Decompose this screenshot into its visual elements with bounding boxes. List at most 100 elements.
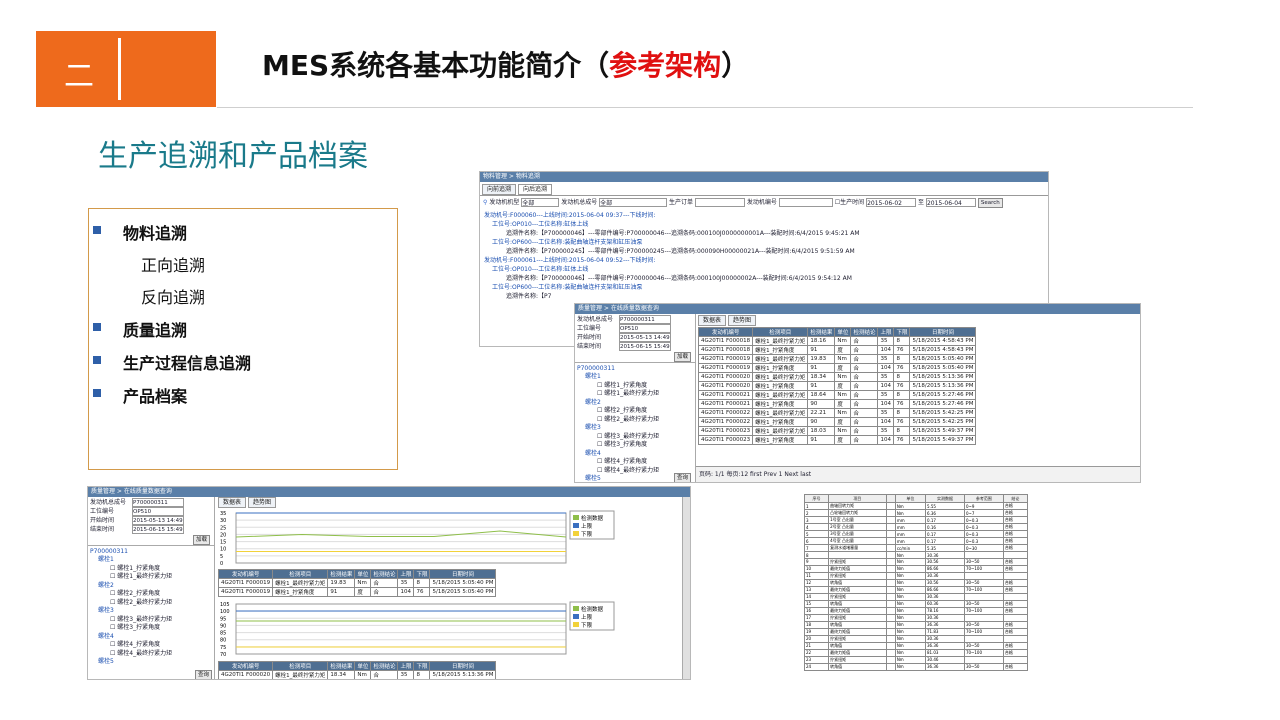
table-row[interactable]: 4G20TI1 F000023 螺栓1_最终拧紧力矩 18.03 Nm 合 35 8 5/18… <box>697 426 977 436</box>
column-header[interactable]: 下限 <box>413 661 431 671</box>
tree-node[interactable]: 追溯件名称:【P700000046】---零部件编号:P700000046---… <box>484 229 1044 238</box>
tree-node[interactable]: 追溯件名称:【P7 <box>484 292 1044 301</box>
tree-leaf[interactable]: ☐ 螺栓3_最终拧紧力矩 <box>90 616 212 625</box>
table-row[interactable]: 4G20TI1 F000019 螺栓1_最终拧紧力矩 19.83 Nm 合 35 8 5/18… <box>697 354 977 364</box>
table-row[interactable]: 4G20TI1 F000018 螺栓1_最终拧紧力矩 18.16 Nm 合 35 8 5/18… <box>697 336 977 346</box>
form-input[interactable]: P700000311 <box>619 315 671 324</box>
tree-node[interactable]: 工位号:OP600---工位名称:装配曲轴连杆支架和缸压油泵 <box>484 238 1044 247</box>
table-row[interactable]: 4G20TI1 F000022 螺栓1_最终拧紧力矩 22.21 Nm 合 35 8 5/18… <box>697 408 977 418</box>
column-header[interactable]: 检测项目 <box>272 569 329 579</box>
column-header[interactable]: 日期时间 <box>429 661 497 671</box>
date-to-input[interactable]: 2015-06-04 <box>925 198 976 207</box>
tab-data-table[interactable]: 数据表 <box>698 315 727 326</box>
column-header[interactable]: 检测项目 <box>752 327 809 337</box>
load-button[interactable]: 加载 <box>192 535 210 545</box>
search-button[interactable]: Search <box>977 198 1003 208</box>
tree-root[interactable]: P700000311 <box>90 547 212 556</box>
column-header[interactable]: 下限 <box>893 327 911 337</box>
tree-group[interactable]: 螺栓2 <box>90 582 212 591</box>
table-row[interactable]: 4G20TI1 F000019 螺栓1_拧紧角度 91 度合 104 76 5/18/201… <box>217 587 497 597</box>
load-button[interactable]: 加载 <box>673 352 691 362</box>
column-header[interactable]: 日期时间 <box>429 569 497 579</box>
table-row[interactable]: 4G20TI1 F000022 螺栓1_拧紧角度 90 度合 104 76 5/18/201… <box>697 417 977 427</box>
form-input[interactable]: OP510 <box>132 507 184 516</box>
form-input[interactable]: OP510 <box>619 324 671 333</box>
column-header[interactable]: 单位 <box>354 569 372 579</box>
tree-leaf[interactable]: ☐ 螺栓4_拧紧角度 <box>90 641 212 650</box>
tree-group[interactable]: 螺栓1 <box>90 556 212 565</box>
table-row[interactable]: 4G20TI1 F000021 螺栓1_最终拧紧力矩 18.64 Nm 合 35 8 5/18… <box>697 390 977 400</box>
tree-leaf[interactable]: ☐ 螺栓3_最终拧紧力矩 <box>577 433 693 442</box>
form-input[interactable]: 2015-05-13 14:49 <box>132 516 184 525</box>
tree-leaf[interactable]: ☐ 螺栓2_最终拧紧力矩 <box>577 416 693 425</box>
tree-leaf[interactable]: ☐ 螺栓1_最终拧紧力矩 <box>90 573 212 582</box>
form-input[interactable]: 2015-05-13 14:49 <box>619 333 671 342</box>
tree-node[interactable]: 发动机号:F000061---上线时间:2015-06-04 09:52---下… <box>484 256 1044 265</box>
table-row[interactable]: 4G20TI1 F000019 螺栓1_最终拧紧力矩 19.83 Nm 合 35 8 5/18… <box>217 578 497 588</box>
query-button[interactable]: 查询 <box>194 670 212 679</box>
engine-model-select[interactable]: 全部 <box>521 198 560 207</box>
order-input[interactable] <box>694 198 745 207</box>
pager[interactable]: 页码: 1/1 每页:12 first Prev 1 Next last <box>699 471 811 478</box>
tree-group[interactable]: 螺栓2 <box>577 399 693 408</box>
column-header[interactable]: 上限 <box>397 569 415 579</box>
tree-leaf[interactable]: ☐ 螺栓3_拧紧角度 <box>90 624 212 633</box>
tree-node[interactable]: 工位号:OP600---工位名称:装配曲轴连杆支架和缸压油泵 <box>484 283 1044 292</box>
column-header[interactable]: 检测项目 <box>272 661 329 671</box>
tab-trend[interactable]: 趋势图 <box>248 497 277 508</box>
column-header[interactable]: 上限 <box>877 327 895 337</box>
tree-group[interactable]: 螺栓3 <box>90 607 212 616</box>
column-header[interactable]: 日期时间 <box>909 327 977 337</box>
tree-root[interactable]: P700000311 <box>577 364 693 373</box>
tree-leaf[interactable]: ☐ 螺栓2_拧紧角度 <box>90 590 212 599</box>
table-row[interactable]: 4G20TI1 F000020 螺栓1_最终拧紧力矩 18.34 Nm 合 35 8 5/18… <box>697 372 977 382</box>
column-header[interactable]: 发动机编号 <box>697 327 754 337</box>
tree-group[interactable]: 螺栓1 <box>577 373 693 382</box>
scrollbar[interactable] <box>682 497 690 679</box>
form-input[interactable]: 2015-06-15 15:49 <box>619 342 671 351</box>
engine-no-input[interactable] <box>778 198 833 207</box>
tree-leaf[interactable]: ☐ 螺栓4_最终拧紧力矩 <box>90 650 212 659</box>
tree-leaf[interactable]: ☐ 螺栓2_拧紧角度 <box>577 407 693 416</box>
column-header[interactable]: 检测结论 <box>370 661 399 671</box>
column-header[interactable]: 检测结论 <box>850 327 879 337</box>
tree-node[interactable]: 发动机号:F000060---上线时间:2015-06-04 09:37---下… <box>484 211 1044 220</box>
tree-leaf[interactable]: ☐ 螺栓4_拧紧角度 <box>577 458 693 467</box>
table-row[interactable]: 4G20TI1 F000020 螺栓1_最终拧紧力矩 18.34 Nm 合 35 8 5/18… <box>217 670 497 679</box>
column-header[interactable]: 发动机编号 <box>217 661 274 671</box>
tree-leaf[interactable]: ☐ 螺栓1_最终拧紧力矩 <box>577 390 693 399</box>
column-header[interactable]: 检测结论 <box>370 569 399 579</box>
tab-forward[interactable]: 向前追溯 <box>482 184 517 195</box>
tree-node[interactable]: 工位号:OP010---工位名称:缸体上线 <box>484 265 1044 274</box>
table-row[interactable]: 4G20TI1 F000019 螺栓1_拧紧角度 91 度合 104 76 5/18/201… <box>697 363 977 373</box>
tab-data-table[interactable]: 数据表 <box>218 497 247 508</box>
form-input[interactable]: 2015-06-15 15:49 <box>132 525 184 534</box>
column-header[interactable]: 发动机编号 <box>217 569 274 579</box>
tree-group[interactable]: 螺栓3 <box>577 424 693 433</box>
table-row[interactable]: 4G20TI1 F000021 螺栓1_拧紧角度 90 度合 104 76 5/18/201… <box>697 399 977 409</box>
tab-backward[interactable]: 向后追溯 <box>518 184 553 195</box>
tree-leaf[interactable]: ☐ 螺栓1_拧紧角度 <box>90 565 212 574</box>
column-header[interactable]: 单位 <box>834 327 852 337</box>
query-button[interactable]: 查询 <box>673 473 691 482</box>
column-header[interactable]: 上限 <box>397 661 415 671</box>
column-header[interactable]: 单位 <box>354 661 372 671</box>
table-row[interactable]: 4G20TI1 F000023 螺栓1_拧紧角度 91 度合 104 76 5/18/201… <box>697 435 977 445</box>
table-row[interactable]: 4G20TI1 F000020 螺栓1_拧紧角度 91 度合 104 76 5/18/201… <box>697 381 977 391</box>
tree-group[interactable]: 螺栓4 <box>577 450 693 459</box>
date-from-input[interactable]: 2015-06-02 <box>866 198 917 207</box>
engine-assembly-select[interactable]: 全部 <box>599 198 668 207</box>
tree-leaf[interactable]: ☐ 螺栓1_拧紧角度 <box>577 382 693 391</box>
tree-group[interactable]: 螺栓5 <box>90 658 212 667</box>
column-header[interactable]: 下限 <box>413 569 431 579</box>
column-header[interactable]: 检测结果 <box>327 569 356 579</box>
tree-node[interactable]: 追溯件名称:【P700000046】---零部件编号:P700000046---… <box>484 274 1044 283</box>
tree-group[interactable]: 螺栓4 <box>90 633 212 642</box>
tab-trend[interactable]: 趋势图 <box>728 315 757 326</box>
table-row[interactable]: 4G20TI1 F000018 螺栓1_拧紧角度 91 度合 104 76 5/18/201… <box>697 345 977 355</box>
tree-node[interactable]: 工位号:OP010---工位名称:缸体上线 <box>484 220 1044 229</box>
tree-leaf[interactable]: ☐ 螺栓2_最终拧紧力矩 <box>90 599 212 608</box>
form-input[interactable]: P700000311 <box>132 498 184 507</box>
column-header[interactable]: 检测结果 <box>807 327 836 337</box>
column-header[interactable]: 检测结果 <box>327 661 356 671</box>
